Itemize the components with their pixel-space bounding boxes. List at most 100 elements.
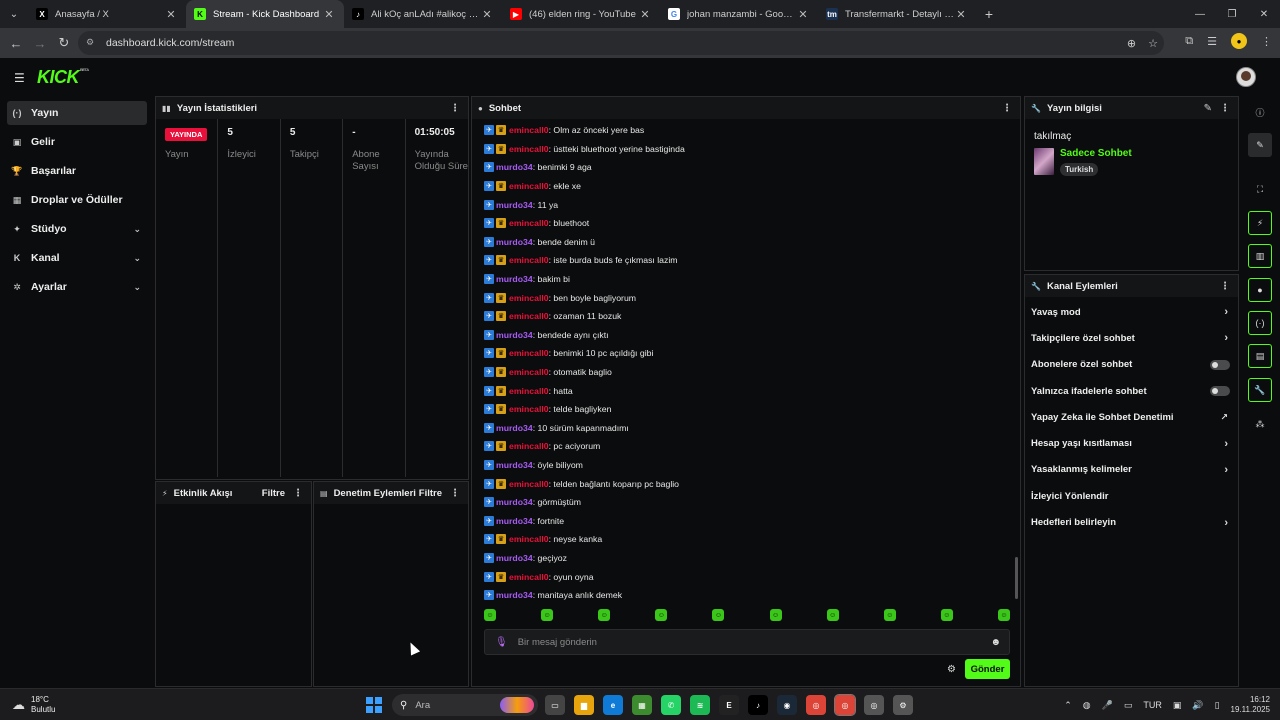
tab-close-icon[interactable]: ✕ <box>480 8 494 21</box>
url-bar[interactable]: ⚙ dashboard.kick.com/stream ⊕ ☆ <box>78 31 1164 55</box>
chrome-icon[interactable]: ◎ <box>806 695 826 715</box>
chat-message[interactable]: ✈ murdo34: benimki 9 aga <box>484 158 1014 177</box>
sidebar-item[interactable]: 🏆 Başarılar <box>7 159 147 183</box>
reload-icon[interactable]: ↻ <box>52 35 76 51</box>
forward-icon[interactable]: → <box>28 36 52 51</box>
chat-message[interactable]: ✈ ♛ emincall0: oyun oyna <box>484 567 1014 586</box>
chat-username[interactable]: emincall0 <box>509 218 549 228</box>
stream-info-menu-icon[interactable]: ⋮ <box>1220 103 1230 114</box>
fullscreen-icon[interactable]: ⛶ <box>1248 177 1272 201</box>
channel-action-item[interactable]: Yasaklanmış kelimeler › <box>1025 457 1238 483</box>
chat-message[interactable]: ✈ ♛ emincall0: telden bağlantı koparıp pc … <box>484 474 1014 493</box>
chat-message[interactable]: ✈ murdo34: manitaya anlık demek <box>484 586 1014 605</box>
chat-message[interactable]: ✈ murdo34: görmüştüm <box>484 493 1014 512</box>
sidebar-item[interactable]: ✲ Ayarlar ⌄ <box>7 275 147 299</box>
activity-filter-button[interactable]: Filtre <box>262 488 285 499</box>
language-indicator[interactable]: TUR <box>1143 700 1162 710</box>
send-button[interactable]: Gönder <box>965 659 1010 679</box>
chat-username[interactable]: murdo34 <box>496 553 533 563</box>
chat-username[interactable]: murdo34 <box>496 200 533 210</box>
chat-username[interactable]: emincall0 <box>509 404 549 414</box>
tab-close-icon[interactable]: ✕ <box>322 8 336 21</box>
chat-username[interactable]: murdo34 <box>496 497 533 507</box>
apps-rail-icon[interactable]: ⁂ <box>1248 412 1272 436</box>
chat-message[interactable]: ✈ ♛ emincall0: pc aciyorum <box>484 437 1014 456</box>
sidebar-item[interactable]: ▣ Gelir <box>7 130 147 154</box>
channel-action-item[interactable]: Yapay Zeka ile Sohbet Denetimi ↗ <box>1025 404 1238 430</box>
chat-username[interactable]: emincall0 <box>509 144 549 154</box>
emote-icon[interactable]: ☺ <box>655 609 668 621</box>
chat-username[interactable]: emincall0 <box>509 441 549 451</box>
chat-username[interactable]: emincall0 <box>509 255 549 265</box>
emote-icon[interactable]: ☺ <box>541 609 554 621</box>
chat-rail-icon[interactable]: ● <box>1248 278 1272 302</box>
emote-icon[interactable]: ☺ <box>997 609 1010 621</box>
chat-username[interactable]: murdo34 <box>496 590 533 600</box>
chat-message[interactable]: ✈ murdo34: 10 sürüm kapanmadımı <box>484 419 1014 438</box>
emoji-picker-icon[interactable]: ☻ <box>990 637 1001 648</box>
moderation-filter-button[interactable]: Filtre <box>419 488 442 499</box>
browser-menu-icon[interactable]: ⋮ <box>1261 35 1272 48</box>
battery-icon[interactable]: ▯ <box>1215 700 1220 711</box>
notes-icon[interactable]: ▥ <box>1248 244 1272 268</box>
emote-icon[interactable]: ☺ <box>484 609 496 621</box>
back-icon[interactable]: ← <box>4 36 28 51</box>
chat-message[interactable]: ✈ ♛ emincall0: hatta <box>484 381 1014 400</box>
chat-message[interactable]: ✈ ♛ emincall0: ekle xe <box>484 177 1014 196</box>
emote-icon[interactable]: ☺ <box>769 609 782 621</box>
chat-username[interactable]: emincall0 <box>509 311 549 321</box>
extensions-icon[interactable]: ⧉ <box>1185 35 1193 48</box>
chat-username[interactable]: murdo34 <box>496 162 533 172</box>
chat-message[interactable]: ✈ ♛ emincall0: otomatik baglio <box>484 363 1014 382</box>
tools-rail-icon[interactable]: 🔧 <box>1248 378 1272 402</box>
tray-app-icon[interactable]: ◍ <box>1083 700 1091 711</box>
close-window-icon[interactable]: ✕ <box>1248 0 1280 28</box>
chat-message[interactable]: ✈ murdo34: öyle biliyom <box>484 456 1014 475</box>
emote-icon[interactable]: ☺ <box>826 609 839 621</box>
hamburger-menu-icon[interactable]: ☰ <box>14 71 25 85</box>
channel-action-item[interactable]: Yavaş mod › <box>1025 299 1238 325</box>
chrome-profile-icon[interactable]: ◎ <box>864 695 884 715</box>
channel-action-item[interactable]: Abonelere özel sohbet <box>1025 352 1238 378</box>
chat-message[interactable]: ✈ ♛ emincall0: ben boyle bagliyorum <box>484 288 1014 307</box>
start-button[interactable] <box>366 697 382 713</box>
chevron-down-icon[interactable]: ⌄ <box>133 282 141 293</box>
chat-username[interactable]: emincall0 <box>509 293 549 303</box>
chat-message[interactable]: ✈ ♛ emincall0: bluethoot <box>484 214 1014 233</box>
tab-search-button[interactable]: ⌄ <box>0 0 28 28</box>
chat-message[interactable]: ✈ murdo34: 11 ya <box>484 195 1014 214</box>
channel-action-item[interactable]: Yalnızca ifadelerle sohbet <box>1025 378 1238 404</box>
stats-menu-icon[interactable]: ⋮ <box>450 103 460 114</box>
quick-action-icon[interactable]: ⚡ <box>1248 211 1272 235</box>
chat-username[interactable]: emincall0 <box>509 534 549 544</box>
chat-message[interactable]: ✈ murdo34: fortnite <box>484 511 1014 530</box>
chat-username[interactable]: murdo34 <box>496 516 533 526</box>
browser-tab[interactable]: ▶ (46) elden ring - YouTube ✕ <box>502 0 660 28</box>
category-cover-image[interactable] <box>1034 148 1054 175</box>
minecraft-icon[interactable]: ▦ <box>632 695 652 715</box>
chat-message[interactable]: ✈ ♛ emincall0: telde bagliyken <box>484 400 1014 419</box>
browser-tab[interactable]: ♪ Ali kOç anLAdı #alikoç #alikoç✕ <box>344 0 502 28</box>
epic-games-icon[interactable]: E <box>719 695 739 715</box>
spotify-icon[interactable]: ≋ <box>690 695 710 715</box>
channel-action-item[interactable]: Hedefleri belirleyin › <box>1025 509 1238 535</box>
keyboard-icon[interactable]: ▭ <box>1124 700 1133 711</box>
volume-icon[interactable]: 🔊 <box>1192 700 1203 711</box>
chat-username[interactable]: murdo34 <box>496 423 533 433</box>
activity-menu-icon[interactable]: ⋮ <box>293 488 303 499</box>
task-view-icon[interactable]: ▭ <box>545 695 565 715</box>
sidebar-item[interactable]: ▦ Droplar ve Ödüller <box>7 188 147 212</box>
chat-username[interactable]: murdo34 <box>496 330 533 340</box>
media-icon[interactable]: ☰ <box>1207 35 1217 48</box>
sidebar-item[interactable]: K Kanal ⌄ <box>7 246 147 270</box>
edit-pencil-icon[interactable]: ✎ <box>1204 103 1212 114</box>
tab-close-icon[interactable]: ✕ <box>164 8 178 21</box>
network-icon[interactable]: ▣ <box>1173 700 1182 711</box>
toggle-switch[interactable] <box>1210 386 1230 397</box>
kick-logo[interactable]: KICKBETA <box>37 67 89 88</box>
browser-tab[interactable]: Gjohan manzambi - Google'da Ar✕ <box>660 0 818 28</box>
chat-message[interactable]: ✈ murdo34: bende denim ü <box>484 233 1014 252</box>
sidebar-item[interactable]: (·) Yayın <box>7 101 147 125</box>
bookmark-star-icon[interactable]: ☆ <box>1148 37 1158 50</box>
chat-message[interactable]: ✈ ♛ emincall0: neyse kanka <box>484 530 1014 549</box>
